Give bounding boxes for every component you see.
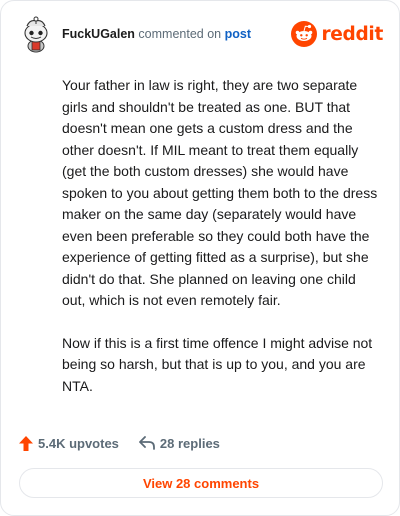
post-link[interactable]: post [225,27,251,41]
action-text: commented on [138,27,222,41]
comment-meta: FuckUGalen commented on post [62,27,251,41]
comment-paragraph: Now if this is a first time offence I mi… [62,334,373,394]
upvote-count: 5.4K upvotes [38,435,119,451]
reddit-logo[interactable]: reddit [291,21,383,47]
reddit-wordmark: reddit [321,23,383,45]
reply-arrow-icon [139,436,155,450]
upvote-button[interactable]: 5.4K upvotes [19,435,119,451]
view-comments-button[interactable]: View 28 comments [19,468,383,498]
comment-footer: 5.4K upvotes 28 replies [19,433,240,453]
replies-button[interactable]: 28 replies [139,436,220,451]
comment-paragraph: Your father in law is right, they are tw… [62,77,378,308]
reply-count: 28 replies [159,435,220,451]
comment-body: Your father in law is right, they are tw… [62,75,379,418]
comment-card: FuckUGalen commented on post reddit Your… [0,0,400,516]
comment-header: FuckUGalen commented on post reddit [19,15,383,55]
username-link[interactable]: FuckUGalen [62,27,135,41]
reddit-logo-icon [291,21,318,47]
upvote-arrow-icon [19,435,33,451]
avatar-icon[interactable] [19,15,53,53]
